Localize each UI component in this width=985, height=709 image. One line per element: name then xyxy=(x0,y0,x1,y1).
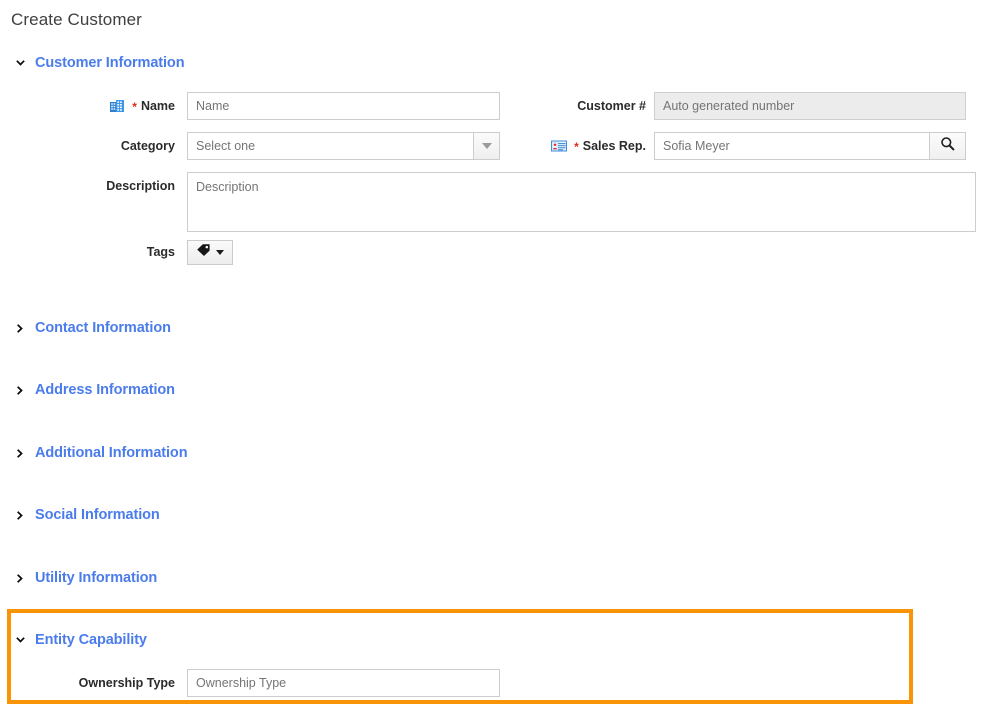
section-header-utility-information[interactable]: Utility Information xyxy=(14,570,157,586)
tags-button[interactable] xyxy=(187,240,233,265)
section-title: Contact Information xyxy=(35,320,171,336)
section-title: Utility Information xyxy=(35,570,158,586)
tags-label: Tags xyxy=(96,240,175,265)
label-text: Sales Rep. xyxy=(582,139,646,153)
field-row-category: Category xyxy=(96,132,500,160)
category-label: Category xyxy=(96,132,175,160)
category-input[interactable] xyxy=(187,132,473,160)
field-row-customer-number: Customer # xyxy=(500,92,966,120)
section-header-contact-information[interactable]: Contact Information xyxy=(14,320,171,336)
sales-rep-search-group xyxy=(654,132,966,160)
section-header-entity-capability[interactable]: Entity Capability xyxy=(14,632,147,648)
building-icon xyxy=(109,98,125,114)
sales-rep-label: * Sales Rep. xyxy=(500,132,646,160)
label-text: Description xyxy=(106,179,175,193)
chevron-down-icon xyxy=(14,57,27,70)
label-text: Tags xyxy=(146,245,175,259)
search-icon xyxy=(940,136,955,156)
required-indicator: * xyxy=(574,140,579,154)
category-dropdown-button[interactable] xyxy=(473,132,500,160)
chevron-right-icon xyxy=(14,572,27,585)
chevron-right-icon xyxy=(14,384,27,397)
required-indicator: * xyxy=(132,100,137,114)
contact-card-icon xyxy=(551,138,568,154)
category-select[interactable] xyxy=(187,132,500,160)
chevron-down-icon xyxy=(14,634,27,647)
create-customer-page: Create Customer Customer Information * N… xyxy=(0,0,985,709)
customer-number-label: Customer # xyxy=(500,92,646,120)
section-title: Additional Information xyxy=(35,445,188,461)
field-row-ownership-type: Ownership Type xyxy=(60,669,500,697)
section-title: Social Information xyxy=(35,507,160,523)
name-label: * Name xyxy=(96,92,175,120)
field-row-tags: Tags xyxy=(96,240,233,265)
chevron-right-icon xyxy=(14,509,27,522)
caret-down-icon xyxy=(216,250,224,255)
tag-icon xyxy=(196,243,211,262)
chevron-right-icon xyxy=(14,322,27,335)
field-row-sales-rep: * Sales Rep. xyxy=(500,132,966,160)
description-label: Description xyxy=(96,172,175,200)
name-input[interactable] xyxy=(187,92,500,120)
section-title: Address Information xyxy=(35,382,175,398)
section-header-additional-information[interactable]: Additional Information xyxy=(14,445,188,461)
label-text: Ownership Type xyxy=(78,676,175,690)
section-title: Customer Information xyxy=(35,55,185,71)
label-text: Name xyxy=(140,99,175,113)
field-row-name: * Name xyxy=(96,92,500,120)
customer-number-input xyxy=(654,92,966,120)
ownership-type-input[interactable] xyxy=(187,669,500,697)
section-header-customer-information[interactable]: Customer Information xyxy=(14,55,185,71)
section-header-address-information[interactable]: Address Information xyxy=(14,382,175,398)
description-textarea[interactable] xyxy=(187,172,976,232)
label-text: Customer # xyxy=(577,99,646,113)
page-title: Create Customer xyxy=(11,10,142,29)
sales-rep-input[interactable] xyxy=(654,132,929,160)
section-title: Entity Capability xyxy=(35,632,147,648)
caret-down-icon xyxy=(481,143,492,149)
sales-rep-search-button[interactable] xyxy=(929,132,966,160)
label-text: Category xyxy=(120,139,175,153)
chevron-right-icon xyxy=(14,447,27,460)
field-row-description: Description xyxy=(96,172,976,232)
ownership-type-label: Ownership Type xyxy=(60,669,175,697)
section-header-social-information[interactable]: Social Information xyxy=(14,507,160,523)
